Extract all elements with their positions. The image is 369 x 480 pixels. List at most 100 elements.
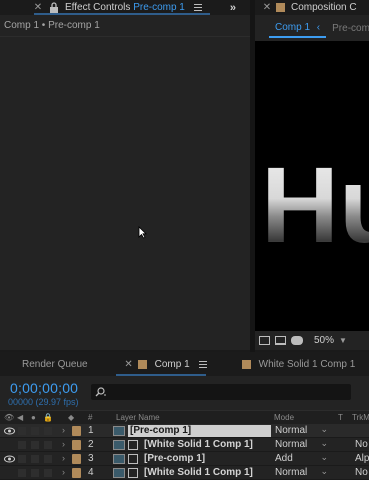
composition-toolbar: 50% ▼ xyxy=(255,331,369,350)
expand-panels-icon[interactable]: » xyxy=(230,2,236,14)
trkmat-value[interactable]: Alp xyxy=(355,453,369,464)
panel-menu-icon[interactable] xyxy=(198,360,208,369)
timeline-column-header: 👁 ◀ ● 🔒 ◆ # Layer Name Mode T TrkM xyxy=(0,410,369,424)
layer-number: 1 xyxy=(88,425,94,436)
solo-toggle[interactable] xyxy=(31,469,39,477)
mode-dropdown[interactable]: Normal ⌄ xyxy=(275,466,330,479)
eye-icon[interactable] xyxy=(4,427,15,435)
mode-dropdown[interactable]: Normal ⌄ xyxy=(275,424,330,437)
solid-icon xyxy=(128,440,138,450)
tab-comp-1[interactable]: Comp 1 ‹ xyxy=(269,19,327,38)
lock-toggle[interactable] xyxy=(44,469,52,477)
expand-chevron-icon[interactable]: › xyxy=(62,453,65,463)
layer-name[interactable]: [White Solid 1 Comp 1] xyxy=(144,439,253,450)
precomp-icon xyxy=(113,426,125,436)
eye-icon[interactable] xyxy=(4,455,15,463)
mode-dropdown[interactable]: Add ⌄ xyxy=(275,452,330,465)
layer-row[interactable]: › 4 [White Solid 1 Comp 1] Normal ⌄ No xyxy=(0,466,369,480)
mode-value: Normal xyxy=(275,425,308,436)
audio-header-icon: ◀ xyxy=(17,413,24,422)
solo-header-icon: ● xyxy=(31,413,36,422)
expand-chevron-icon[interactable]: › xyxy=(62,425,65,435)
precomp-icon xyxy=(113,440,125,450)
video-toggle-header-icon[interactable]: 👁 xyxy=(4,413,14,422)
label-color-icon[interactable] xyxy=(72,454,81,464)
tab-comp-1[interactable]: Comp 1 xyxy=(155,359,190,370)
chevron-down-icon: ⌄ xyxy=(320,466,328,476)
audio-toggle[interactable] xyxy=(18,469,26,477)
effect-controls-body xyxy=(0,37,250,350)
monitor-icon[interactable] xyxy=(275,336,286,345)
layer-row[interactable]: › 3 [Pre-comp 1] Add ⌄ Alp xyxy=(0,452,369,466)
solid-icon xyxy=(128,468,138,478)
trkmat-value[interactable]: No xyxy=(355,467,368,478)
mode-header[interactable]: Mode xyxy=(274,413,294,422)
viewer-render: Hu xyxy=(261,144,369,265)
audio-toggle[interactable] xyxy=(18,441,26,449)
snapshot-icon[interactable] xyxy=(259,336,270,345)
lock-toggle[interactable] xyxy=(44,441,52,449)
lock-toggle[interactable] xyxy=(44,427,52,435)
audio-toggle[interactable] xyxy=(18,427,26,435)
lock-toggle[interactable] xyxy=(44,455,52,463)
mouse-cursor-icon xyxy=(138,226,147,239)
tab-pre-comp[interactable]: Pre-comp xyxy=(326,20,369,37)
audio-toggle[interactable] xyxy=(18,455,26,463)
precomp-icon xyxy=(113,454,125,464)
close-icon[interactable]: ✕ xyxy=(33,2,43,13)
chevron-down-icon[interactable]: ▼ xyxy=(339,336,347,345)
layer-name[interactable]: [Pre-comp 1] xyxy=(144,453,205,464)
effect-controls-tab[interactable]: Effect Controls Pre-comp 1 xyxy=(65,2,185,13)
number-header-icon: # xyxy=(88,413,93,422)
chevron-down-icon: ⌄ xyxy=(320,452,328,462)
label-color-icon xyxy=(137,359,147,369)
layer-name[interactable]: [Pre-comp 1] xyxy=(130,425,191,436)
label-color-icon[interactable] xyxy=(72,468,81,478)
panel-menu-icon[interactable] xyxy=(193,3,203,12)
trkmat-header[interactable]: TrkM xyxy=(352,413,369,422)
label-color-icon[interactable] xyxy=(72,440,81,450)
label-color-icon[interactable] xyxy=(72,426,81,436)
layer-row[interactable]: › 1 [Pre-comp 1] Normal ⌄ xyxy=(0,424,369,438)
solo-toggle[interactable] xyxy=(31,441,39,449)
effect-controls-title: Effect Controls xyxy=(65,2,131,13)
layer-search-input[interactable] xyxy=(91,384,351,400)
search-icon xyxy=(95,387,106,397)
label-header-icon: ◆ xyxy=(68,413,75,422)
current-time[interactable]: 0;00;00;00 xyxy=(10,380,78,396)
expand-chevron-icon[interactable]: › xyxy=(62,467,65,477)
lock-header-icon: 🔒 xyxy=(43,413,53,422)
mode-value: Normal xyxy=(275,467,308,478)
layer-name-header[interactable]: Layer Name xyxy=(116,413,160,422)
composition-tabbar: ✕ Composition C xyxy=(255,0,369,15)
mask-icon[interactable] xyxy=(291,336,303,345)
layer-number: 4 xyxy=(88,467,94,478)
chevron-down-icon: ⌄ xyxy=(320,424,328,434)
tab-white-solid[interactable]: White Solid 1 Comp 1 xyxy=(259,359,356,370)
close-icon[interactable]: ✕ xyxy=(124,359,134,370)
lock-icon[interactable] xyxy=(49,1,59,14)
effect-controls-breadcrumb: Comp 1 • Pre-comp 1 xyxy=(0,15,250,37)
mode-dropdown[interactable]: Normal ⌄ xyxy=(275,438,330,451)
tab-comp-1-label: Comp 1 xyxy=(275,21,311,33)
composition-viewer[interactable]: Hu xyxy=(255,41,369,331)
zoom-level[interactable]: 50% xyxy=(314,335,334,346)
solo-toggle[interactable] xyxy=(31,455,39,463)
chevron-down-icon: ⌄ xyxy=(320,438,328,448)
chevron-left-icon[interactable]: ‹ xyxy=(317,22,320,33)
trkmat-value[interactable]: No xyxy=(355,439,368,450)
composition-tab[interactable]: Composition C xyxy=(291,2,357,13)
solo-toggle[interactable] xyxy=(31,427,39,435)
viewer-text: Hu xyxy=(261,144,369,265)
layer-row[interactable]: › 2 [White Solid 1 Comp 1] Normal ⌄ No xyxy=(0,438,369,452)
mode-value: Add xyxy=(275,453,293,464)
precomp-icon xyxy=(113,468,125,478)
mode-value: Normal xyxy=(275,439,308,450)
expand-chevron-icon[interactable]: › xyxy=(62,439,65,449)
tab-render-queue[interactable]: Render Queue xyxy=(22,359,88,370)
frame-rate: 00000 (29.97 fps) xyxy=(8,397,79,407)
solid-icon xyxy=(128,454,138,464)
composition-subtabs: Comp 1 ‹ Pre-comp xyxy=(255,15,369,41)
layer-name[interactable]: [White Solid 1 Comp 1] xyxy=(144,467,253,478)
close-icon[interactable]: ✕ xyxy=(262,2,272,13)
